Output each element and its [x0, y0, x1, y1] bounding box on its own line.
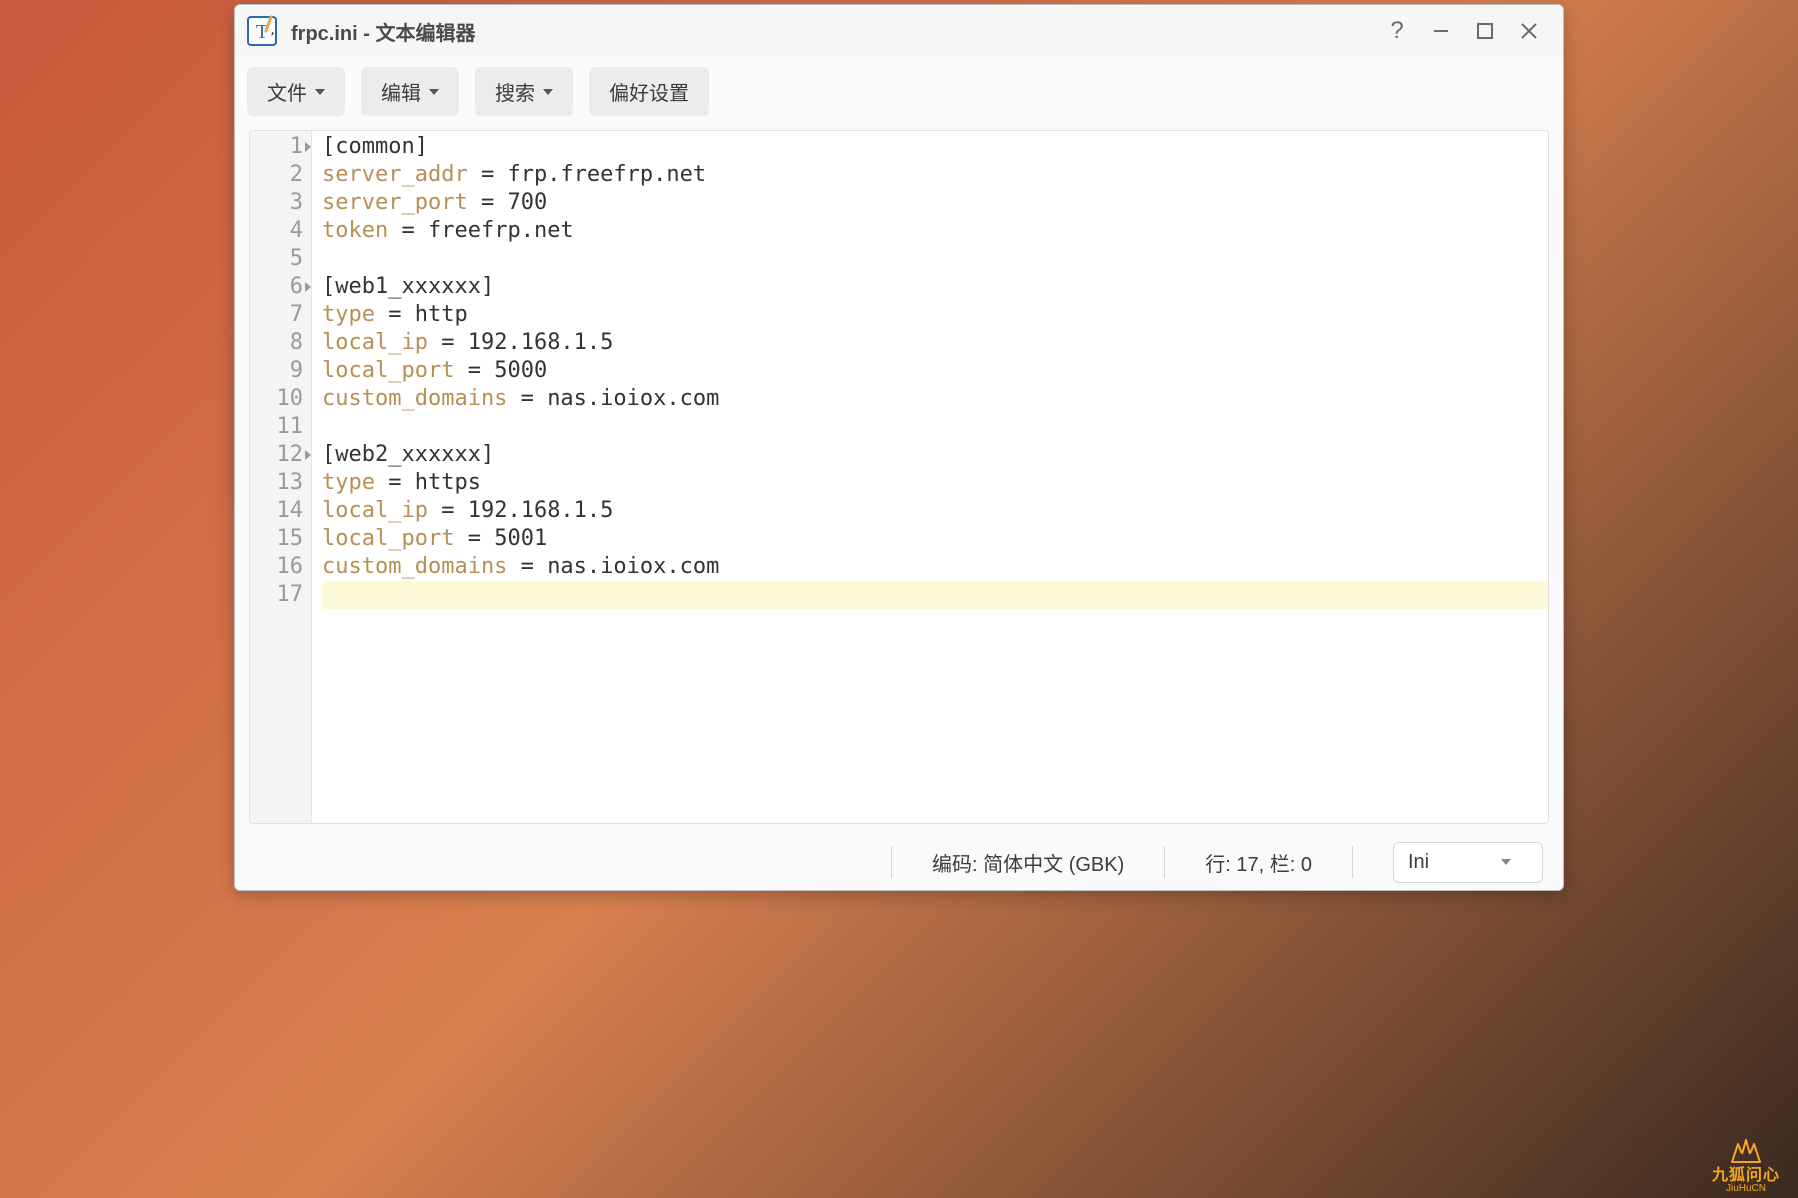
- code-area[interactable]: [common]server_addr = frp.freefrp.netser…: [312, 131, 1548, 823]
- help-icon: ?: [1390, 17, 1403, 45]
- maximize-button[interactable]: [1463, 9, 1507, 53]
- file-menu[interactable]: 文件: [247, 67, 345, 116]
- line-number: 3: [270, 189, 303, 217]
- code-line[interactable]: token = freefrp.net: [322, 217, 1548, 245]
- statusbar: 编码: 简体中文 (GBK) 行: 17, 栏: 0 Ini: [235, 834, 1563, 890]
- code-line[interactable]: local_port = 5000: [322, 357, 1548, 385]
- code-line[interactable]: type = https: [322, 469, 1548, 497]
- language-select[interactable]: Ini: [1393, 842, 1543, 883]
- chevron-down-icon: [543, 89, 553, 95]
- code-line[interactable]: [322, 413, 1548, 441]
- close-button[interactable]: [1507, 9, 1551, 53]
- prefs-button-label: 偏好设置: [609, 77, 689, 106]
- line-number: 14: [270, 497, 303, 525]
- code-line[interactable]: local_ip = 192.168.1.5: [322, 329, 1548, 357]
- fold-icon[interactable]: [305, 142, 311, 152]
- titlebar: T frpc.ini - 文本编辑器 ?: [235, 5, 1563, 57]
- toolbar: 文件 编辑 搜索 偏好设置: [235, 57, 1563, 130]
- search-menu-label: 搜索: [495, 77, 535, 106]
- line-number: 6: [270, 273, 303, 301]
- watermark: 九狐问心 JiuHuCN: [1712, 1138, 1780, 1194]
- status-separator: [891, 846, 892, 878]
- status-separator: [1164, 846, 1165, 878]
- line-number: 8: [270, 329, 303, 357]
- line-number: 4: [270, 217, 303, 245]
- window-title: frpc.ini - 文本编辑器: [291, 17, 475, 46]
- code-line[interactable]: [322, 245, 1548, 273]
- close-icon: [1520, 22, 1538, 40]
- code-line[interactable]: [322, 581, 1548, 609]
- code-line[interactable]: type = http: [322, 301, 1548, 329]
- code-line[interactable]: local_port = 5001: [322, 525, 1548, 553]
- minimize-button[interactable]: [1419, 9, 1463, 53]
- line-number: 5: [270, 245, 303, 273]
- code-line[interactable]: [web1_xxxxxx]: [322, 273, 1548, 301]
- code-line[interactable]: server_addr = frp.freefrp.net: [322, 161, 1548, 189]
- code-line[interactable]: custom_domains = nas.ioiox.com: [322, 385, 1548, 413]
- code-line[interactable]: local_ip = 192.168.1.5: [322, 497, 1548, 525]
- line-number: 9: [270, 357, 303, 385]
- code-editor[interactable]: 1234567891011121314151617 [common]server…: [250, 131, 1548, 823]
- line-number: 7: [270, 301, 303, 329]
- file-menu-label: 文件: [267, 77, 307, 106]
- edit-menu-label: 编辑: [381, 77, 421, 106]
- code-line[interactable]: server_port = 700: [322, 189, 1548, 217]
- chevron-down-icon: [1501, 859, 1511, 865]
- line-number: 10: [270, 385, 303, 413]
- line-number: 2: [270, 161, 303, 189]
- code-line[interactable]: [web2_xxxxxx]: [322, 441, 1548, 469]
- line-number: 11: [270, 413, 303, 441]
- prefs-button[interactable]: 偏好设置: [589, 67, 709, 116]
- line-number: 16: [270, 553, 303, 581]
- line-gutter: 1234567891011121314151617: [250, 131, 312, 823]
- minimize-icon: [1432, 22, 1450, 40]
- status-separator: [1352, 846, 1353, 878]
- fold-icon[interactable]: [305, 282, 311, 292]
- chevron-down-icon: [429, 89, 439, 95]
- edit-menu[interactable]: 编辑: [361, 67, 459, 116]
- line-number: 17: [270, 581, 303, 609]
- line-number: 13: [270, 469, 303, 497]
- fold-icon[interactable]: [305, 450, 311, 460]
- line-number: 15: [270, 525, 303, 553]
- language-select-label: Ini: [1408, 851, 1429, 874]
- encoding-status: 编码: 简体中文 (GBK): [932, 848, 1124, 877]
- search-menu[interactable]: 搜索: [475, 67, 573, 116]
- code-line[interactable]: [common]: [322, 133, 1548, 161]
- line-number: 12: [270, 441, 303, 469]
- code-line[interactable]: custom_domains = nas.ioiox.com: [322, 553, 1548, 581]
- maximize-icon: [1476, 22, 1494, 40]
- editor-container: 1234567891011121314151617 [common]server…: [249, 130, 1549, 824]
- cursor-position: 行: 17, 栏: 0: [1205, 848, 1312, 877]
- chevron-down-icon: [315, 89, 325, 95]
- app-icon: T: [245, 14, 279, 48]
- line-number: 1: [270, 133, 303, 161]
- app-window: T frpc.ini - 文本编辑器 ? 文件 编辑: [234, 4, 1564, 891]
- help-button[interactable]: ?: [1375, 9, 1419, 53]
